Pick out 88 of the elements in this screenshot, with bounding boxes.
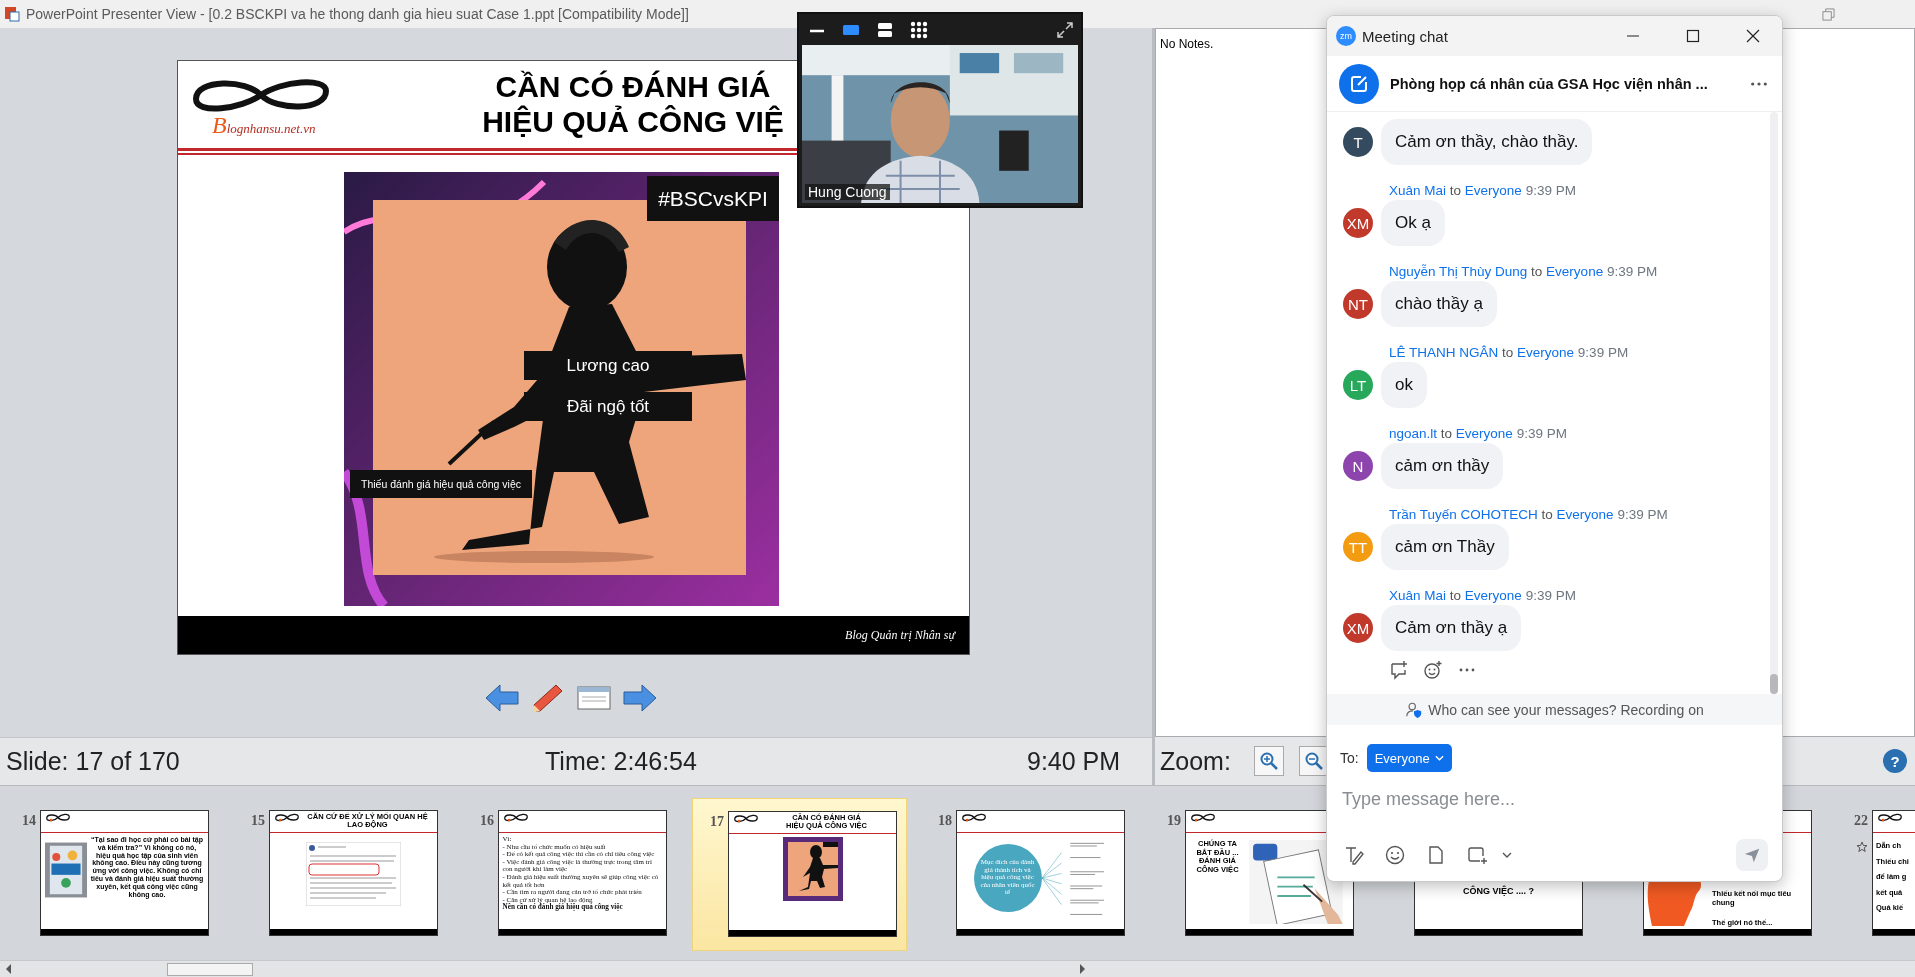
slide-title: CẦN CÓ ĐÁNH GIÁ [494,69,772,104]
caret-icon [1434,755,1444,761]
expand-icon[interactable] [1055,19,1075,40]
logo-icon [45,813,71,822]
recipient-dropdown[interactable]: Everyone [1366,744,1452,772]
emoji-icon[interactable] [1384,844,1406,866]
notes-text: No Notes. [1160,37,1214,51]
avatar: XM [1343,208,1373,238]
image-label: Đãi ngộ tốt [524,392,692,421]
meeting-name: Phòng họp cá nhân của GSA Học viện nhân ... [1390,75,1708,92]
message-bubble: cảm ơn Thầy [1381,524,1509,570]
zoom-in-button[interactable] [1253,746,1284,776]
avatar: NT [1343,289,1373,319]
zoom-in-icon [1258,751,1279,771]
image-label: Lương cao [524,351,692,380]
message-bubble: Ok ạ [1381,200,1445,246]
slide-footer: Blog Quản trị Nhân sự [178,616,969,654]
slide-number: 19 [1167,812,1181,829]
reply-icon[interactable] [1389,660,1409,680]
logo-icon [733,814,759,823]
message-header: Trần Tuyến COHOTECH to Everyone 9:39 PM [1389,506,1669,524]
zoom-out-button[interactable] [1298,746,1329,776]
presentation-app-icon [4,6,20,22]
add-reaction-icon[interactable] [1423,660,1443,680]
slide-title: HIỆU QUẢ CÔNG VIỆ [481,104,785,139]
slide-number: 17 [710,813,724,830]
scroll-left-icon[interactable] [4,963,14,975]
message-header: Xuân Mai to Everyone 9:39 PM [1389,587,1577,605]
scroll-thumb[interactable] [1770,674,1778,694]
caret-icon[interactable] [1501,851,1513,859]
avatar: T [1343,127,1373,157]
app-logo: zm [1336,26,1356,46]
slide-thumbnail[interactable] [498,810,667,936]
scroll-thumb[interactable] [167,962,253,976]
message-bubble: chào thầy ạ [1381,281,1497,327]
message-header: Xuân Mai to Everyone 9:39 PM [1389,182,1577,200]
slide-number: 18 [938,812,952,829]
help-button[interactable]: ? [1883,749,1907,773]
close-icon[interactable] [1746,29,1760,43]
send-icon [1743,846,1761,864]
slide-heading: CÔNG VIỆC .... ? [1463,886,1534,896]
right-arrow-icon [622,683,658,713]
zoom-label: Zoom: [1160,746,1231,776]
person-shield-icon [1405,700,1424,719]
left-arrow-icon [484,683,520,713]
screen-icon [576,683,612,713]
hashtag-label: #BSCvsKPI [647,176,779,221]
slide-number: 14 [22,812,36,829]
elapsed-time: Time: 2:46:54 [545,747,698,776]
avatar: XM [1343,613,1373,643]
logo-icon [1877,813,1903,822]
slide-number: 22 [1854,812,1868,829]
participant-name: Hung Cuong [805,184,890,200]
image-caption: Thiếu đánh giá hiệu quả công việc [350,470,532,498]
avatar: N [1343,451,1373,481]
zoom-out-icon [1303,751,1324,771]
message-header: Nguyễn Thị Thùy Dung to Everyone 9:39 PM [1389,263,1659,281]
edit-icon[interactable] [1339,63,1379,104]
window-title: PowerPoint Presenter View - [0.2 BSCKPI va he thong danh gia hieu suat Case 1.ppt [Compatibility Mode]] [26,6,689,22]
format-text-icon[interactable] [1343,844,1365,866]
message-bubble: Cảm ơn thầy, chào thầy. [1381,119,1593,165]
message-header: LÊ THANH NGÂN to Everyone 9:39 PM [1389,344,1630,362]
send-button[interactable] [1736,839,1768,871]
to-label: To: [1340,750,1359,766]
more-icon[interactable] [1750,80,1768,87]
slide-number: 16 [480,812,494,829]
logo-text: Blognhansu.net.vn [212,115,317,139]
message-bubble: ok [1381,362,1427,408]
grid-view-icon[interactable] [909,19,929,40]
privacy-bar[interactable]: Who can see your messages? Recording on [1327,694,1782,725]
message-bubble: cảm ơn thầy [1381,443,1504,489]
logo-icon [503,813,529,822]
message-bubble: Cảm ơn thầy ạ [1381,605,1522,651]
avatar: LT [1343,370,1373,400]
screenshot-icon[interactable] [1466,844,1488,866]
maximize-icon[interactable] [1686,29,1700,43]
avatar: TT [1343,532,1373,562]
chat-title: Meeting chat [1362,27,1448,45]
clock-time: 9:40 PM [1027,747,1122,776]
horizontal-scrollbar[interactable] [0,960,1915,977]
message-header: ngoan.lt to Everyone 9:39 PM [1389,425,1568,443]
logo-icon [274,813,300,822]
logo-icon [1190,813,1216,822]
slide-counter: Slide: 17 of 170 [6,747,181,776]
slide-number: 15 [251,812,265,829]
privacy-text: Who can see your messages? Recording on [1428,701,1704,718]
logo-icon [961,813,987,822]
slide-thumbnail[interactable] [40,810,209,936]
